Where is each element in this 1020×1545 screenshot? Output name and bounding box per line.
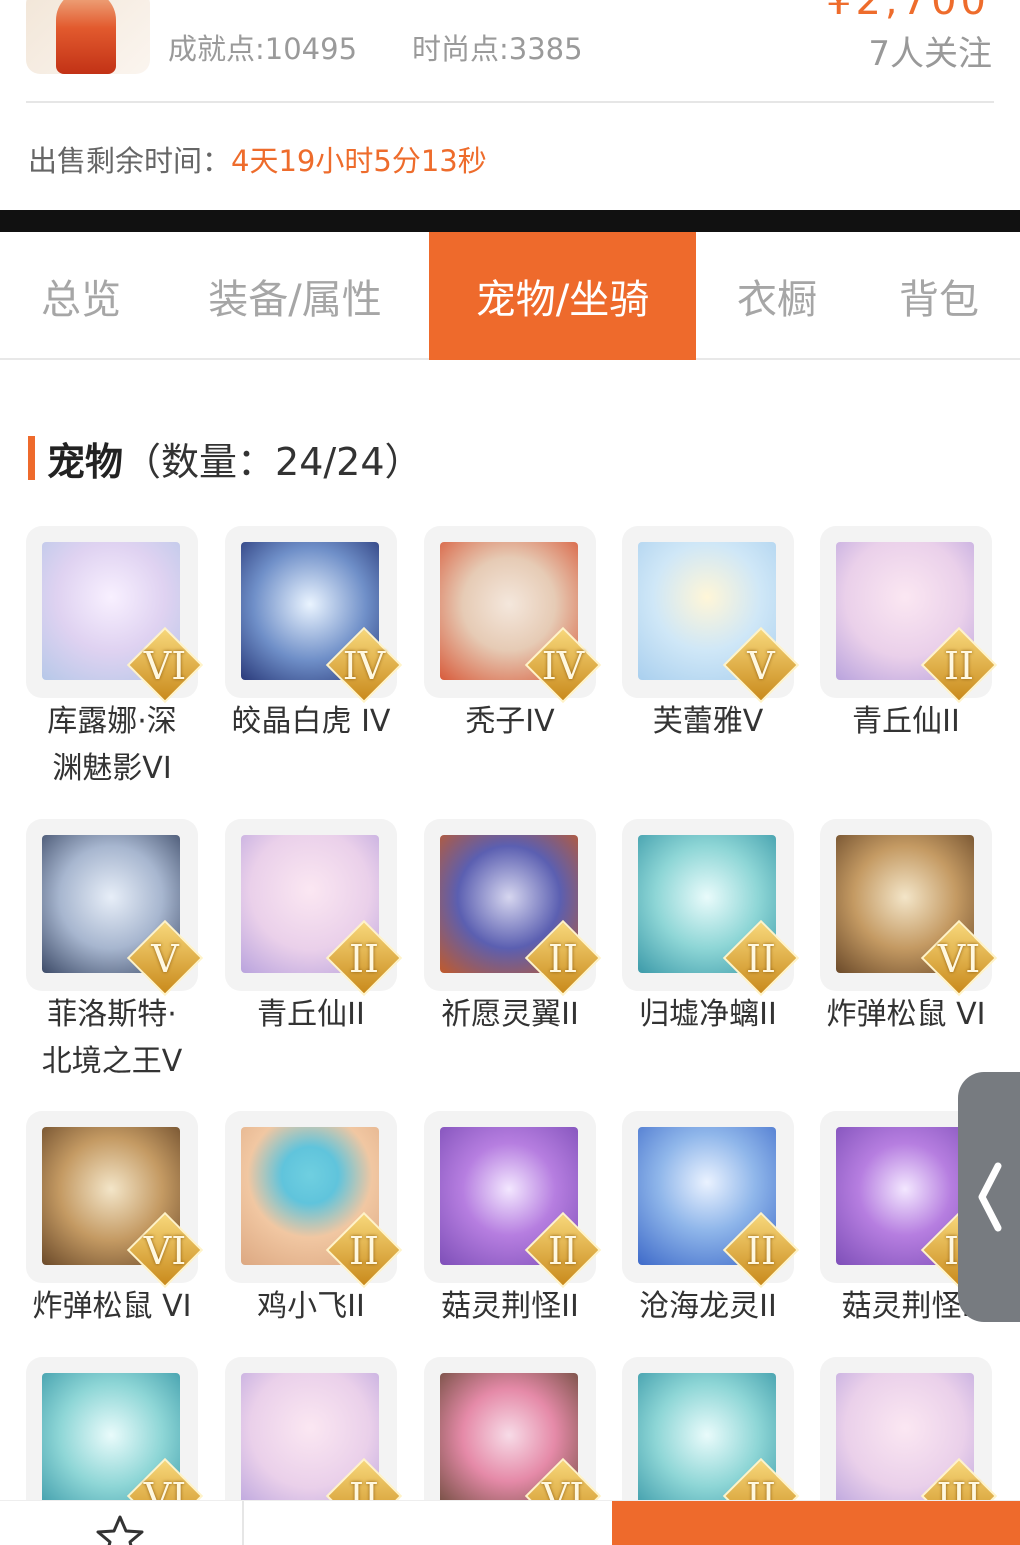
pet-card[interactable]: VI xyxy=(820,819,998,997)
buy-button[interactable] xyxy=(612,1501,1020,1545)
tier-numeral: II xyxy=(745,1229,777,1273)
chevron-left-icon xyxy=(978,1162,1002,1232)
tier-numeral: VI xyxy=(143,1229,187,1273)
pet-card[interactable]: II xyxy=(225,819,403,997)
tier-numeral: VI xyxy=(143,1475,187,1501)
title-accent-bar xyxy=(28,436,35,480)
tier-numeral: V xyxy=(151,937,179,981)
tier-numeral: II xyxy=(348,937,380,981)
tier-numeral: II xyxy=(745,937,777,981)
divider xyxy=(26,101,994,103)
pet-card[interactable]: II xyxy=(424,1111,602,1289)
pet-name: 炸弹松鼠 VI xyxy=(32,1289,192,1324)
pet-card[interactable]: II xyxy=(622,1357,800,1501)
pet-name: 青丘仙II xyxy=(852,704,960,739)
pet-name: 青丘仙II xyxy=(257,997,365,1032)
pet-name: 库露娜·深 xyxy=(47,704,177,739)
tier-numeral: II xyxy=(547,1229,579,1273)
pets-section-title: 宠物 （数量：24/24） xyxy=(28,436,423,484)
tier-numeral: IV xyxy=(342,644,386,688)
pet-name: 芙蕾雅V xyxy=(652,704,764,739)
pet-card[interactable]: II xyxy=(424,819,602,997)
pet-name: 菇灵荆怪II xyxy=(441,1289,579,1324)
pet-name: 皎晶白虎 IV xyxy=(231,704,391,739)
pet-card[interactable]: VI xyxy=(424,1357,602,1501)
tier-numeral: VI xyxy=(143,644,187,688)
achievement-points: 成就点:10495 xyxy=(168,32,358,66)
pet-name: 菲洛斯特· xyxy=(47,997,177,1032)
tier-numeral: VI xyxy=(541,1475,585,1501)
tier-numeral: II xyxy=(547,937,579,981)
tier-numeral: III xyxy=(936,1475,982,1501)
tier-numeral: II xyxy=(348,1229,380,1273)
tab-bar: 总览 装备/属性 宠物/坐骑 衣橱 背包 xyxy=(0,232,1020,360)
pet-card[interactable]: IV xyxy=(225,526,403,704)
bottom-action-bar xyxy=(0,1500,1020,1545)
pet-card[interactable]: V xyxy=(622,526,800,704)
section-separator xyxy=(0,210,1020,232)
tier-numeral: II xyxy=(745,1475,777,1501)
tier-numeral: V xyxy=(747,644,775,688)
pet-card[interactable]: II xyxy=(622,819,800,997)
pet-card[interactable]: II xyxy=(225,1357,403,1501)
tier-numeral: II xyxy=(348,1475,380,1501)
favorite-button[interactable] xyxy=(0,1501,244,1545)
pet-card[interactable]: II xyxy=(622,1111,800,1289)
pet-card[interactable]: V xyxy=(26,819,204,997)
pet-name: 北境之王V xyxy=(41,1044,183,1079)
section-name: 宠物 xyxy=(47,439,124,484)
fashion-points: 时尚点:3385 xyxy=(412,32,583,66)
sale-remaining-time: 出售剩余时间：4天19小时5分13秒 xyxy=(28,138,487,180)
pet-card[interactable]: II xyxy=(820,526,998,704)
pet-grid: VI 库露娜·深渊魅影VI IV 皎晶白虎 IV IV 秃子IV V 芙蕾雅V II 青丘仙II V… xyxy=(0,526,1020,1501)
sale-time-value: 4天19小时5分13秒 xyxy=(231,144,487,178)
pet-card[interactable]: III xyxy=(820,1357,998,1501)
tab-bag[interactable]: 背包 xyxy=(858,232,1020,360)
sale-time-label: 出售剩余时间： xyxy=(28,144,232,178)
price-label: ¥2,700 xyxy=(826,0,990,24)
pet-card[interactable]: VI xyxy=(26,1357,204,1501)
tab-wardrobe[interactable]: 衣橱 xyxy=(696,232,858,360)
pet-name: 鸡小飞II xyxy=(257,1289,365,1324)
pet-name: 渊魅影VI xyxy=(52,751,172,786)
bottom-secondary-area xyxy=(246,1501,612,1545)
tab-overview[interactable]: 总览 xyxy=(0,232,162,360)
pet-name: 炸弹松鼠 VI xyxy=(826,997,986,1032)
pet-name: 祈愿灵翼II xyxy=(441,997,579,1032)
pet-card[interactable]: II xyxy=(225,1111,403,1289)
tier-numeral: IV xyxy=(541,644,585,688)
tab-equipment[interactable]: 装备/属性 xyxy=(162,232,428,360)
pet-card[interactable]: IV xyxy=(424,526,602,704)
star-icon xyxy=(96,1515,144,1545)
pet-name: 归墟净螭II xyxy=(639,997,777,1032)
followers-count: 7人关注 xyxy=(868,34,992,74)
character-avatar[interactable] xyxy=(26,0,150,74)
tier-numeral: VI xyxy=(937,937,981,981)
pet-card[interactable]: VI xyxy=(26,526,204,704)
side-expand-button[interactable] xyxy=(958,1072,1020,1322)
tab-pets-mounts[interactable]: 宠物/坐骑 xyxy=(429,232,696,360)
pet-name: 秃子IV xyxy=(465,704,555,739)
pet-count: （数量：24/24） xyxy=(123,439,423,484)
pet-card[interactable]: VI xyxy=(26,1111,204,1289)
listing-header: 成就点:10495 时尚点:3385 ¥2,700 7人关注 出售剩余时间：4天… xyxy=(0,0,1020,210)
pet-name: 沧海龙灵II xyxy=(639,1289,777,1324)
tier-numeral: II xyxy=(943,644,975,688)
